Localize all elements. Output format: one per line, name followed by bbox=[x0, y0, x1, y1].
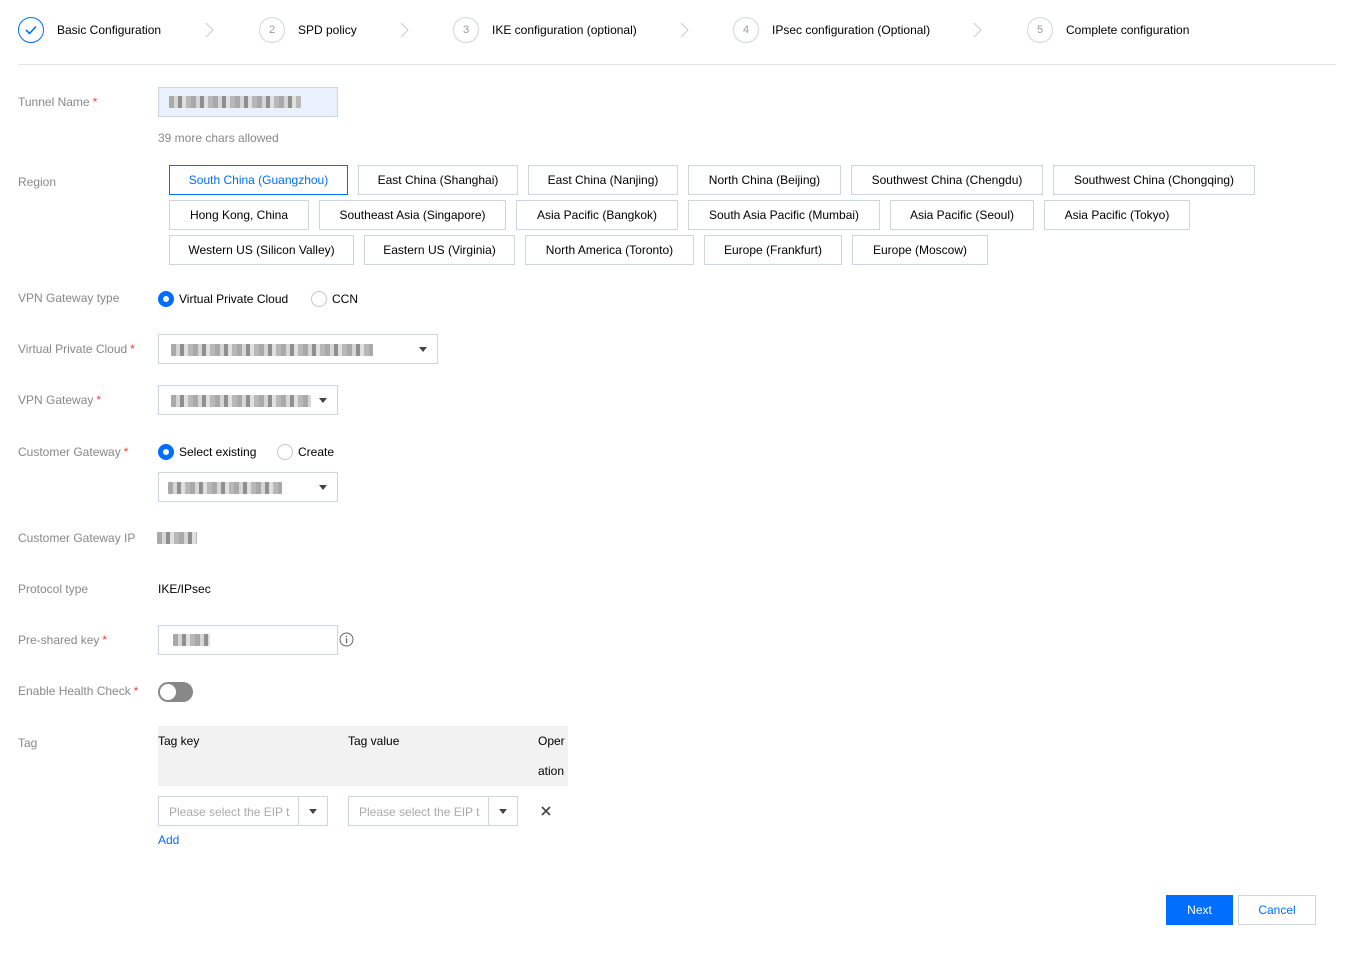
redacted-value bbox=[168, 482, 282, 494]
region-option-guangzhou[interactable]: South China (Guangzhou) bbox=[169, 165, 348, 195]
tunnel-name-label: Tunnel Name * bbox=[18, 95, 98, 109]
next-button[interactable]: Next bbox=[1166, 895, 1233, 925]
radio-label: Virtual Private Cloud bbox=[179, 292, 289, 306]
chevron-right-icon bbox=[400, 22, 409, 38]
check-icon bbox=[18, 17, 44, 43]
region-option-tokyo[interactable]: Asia Pacific (Tokyo) bbox=[1044, 200, 1190, 230]
radio-checked-icon bbox=[158, 291, 174, 307]
info-icon[interactable] bbox=[339, 632, 354, 647]
region-option-chengdu[interactable]: Southwest China (Chengdu) bbox=[851, 165, 1043, 195]
step-indicator: Basic Configuration 2 SPD policy 3 IKE c… bbox=[18, 0, 1336, 65]
region-option-virginia[interactable]: Eastern US (Virginia) bbox=[364, 235, 515, 265]
tag-label: Tag bbox=[18, 736, 38, 750]
customer-gateway-label: Customer Gateway * bbox=[18, 445, 129, 459]
region-option-hong-kong[interactable]: Hong Kong, China bbox=[169, 200, 309, 230]
protocol-type-value: IKE/IPsec bbox=[158, 582, 211, 596]
step-number: 3 bbox=[453, 17, 479, 43]
radio-label: CCN bbox=[332, 292, 358, 306]
tag-operation-header-line1: Oper bbox=[538, 734, 565, 748]
select-divider bbox=[298, 797, 299, 825]
tag-value-header: Tag value bbox=[348, 734, 400, 748]
radio-label: Select existing bbox=[179, 445, 257, 459]
customer-gateway-select[interactable] bbox=[158, 472, 338, 502]
pre-shared-key-label: Pre-shared key * bbox=[18, 633, 108, 647]
radio-ccn[interactable]: CCN bbox=[311, 290, 358, 308]
toggle-knob bbox=[160, 684, 176, 700]
region-option-chongqing[interactable]: Southwest China (Chongqing) bbox=[1053, 165, 1255, 195]
close-icon[interactable] bbox=[541, 806, 551, 816]
redacted-value bbox=[173, 634, 210, 646]
radio-select-existing[interactable]: Select existing bbox=[158, 443, 256, 461]
step-number: 2 bbox=[259, 17, 285, 43]
customer-gateway-ip-value bbox=[157, 532, 197, 544]
step-number: 5 bbox=[1027, 17, 1053, 43]
tag-value-placeholder: Please select the EIP t bbox=[359, 805, 480, 819]
chevron-down-icon bbox=[309, 809, 317, 814]
select-divider bbox=[488, 797, 489, 825]
redacted-value bbox=[171, 344, 373, 356]
vpc-label: Virtual Private Cloud * bbox=[18, 342, 135, 356]
tag-key-select[interactable]: Please select the EIP t bbox=[158, 796, 328, 826]
chevron-down-icon bbox=[319, 398, 327, 403]
tunnel-name-hint: 39 more chars allowed bbox=[158, 131, 279, 145]
customer-gateway-ip-label: Customer Gateway IP bbox=[18, 531, 136, 545]
redacted-value bbox=[169, 96, 301, 108]
radio-label: Create bbox=[298, 445, 335, 459]
step-label: Complete configuration bbox=[1066, 23, 1190, 37]
radio-unchecked-icon bbox=[311, 291, 327, 307]
region-option-bangkok[interactable]: Asia Pacific (Bangkok) bbox=[516, 200, 678, 230]
vpn-gateway-select[interactable] bbox=[158, 385, 338, 415]
tag-value-select[interactable]: Please select the EIP t bbox=[348, 796, 518, 826]
vpc-select[interactable] bbox=[158, 334, 438, 364]
tag-key-placeholder: Please select the EIP t bbox=[169, 805, 290, 819]
step-ike-configuration: 3 IKE configuration (optional) bbox=[453, 17, 637, 43]
radio-virtual-private-cloud[interactable]: Virtual Private Cloud bbox=[158, 290, 288, 308]
region-option-mumbai[interactable]: South Asia Pacific (Mumbai) bbox=[688, 200, 880, 230]
tag-operation-header-line2: ation bbox=[538, 764, 565, 778]
pre-shared-key-input[interactable] bbox=[158, 625, 338, 655]
region-option-beijing[interactable]: North China (Beijing) bbox=[688, 165, 841, 195]
tag-table-header: Tag key Tag value Oper ation bbox=[158, 726, 568, 786]
step-label: IKE configuration (optional) bbox=[492, 23, 637, 37]
chevron-down-icon bbox=[319, 485, 327, 490]
step-complete-configuration: 5 Complete configuration bbox=[1027, 17, 1189, 43]
region-option-nanjing[interactable]: East China (Nanjing) bbox=[528, 165, 678, 195]
region-option-singapore[interactable]: Southeast Asia (Singapore) bbox=[319, 200, 506, 230]
vpn-gateway-label: VPN Gateway * bbox=[18, 393, 102, 407]
health-check-label: Enable Health Check * bbox=[18, 684, 139, 698]
chevron-right-icon bbox=[205, 22, 214, 38]
region-option-moscow[interactable]: Europe (Moscow) bbox=[852, 235, 988, 265]
redacted-value bbox=[171, 395, 311, 407]
region-option-toronto[interactable]: North America (Toronto) bbox=[525, 235, 694, 265]
health-check-toggle[interactable] bbox=[158, 682, 193, 702]
step-label: IPsec configuration (Optional) bbox=[772, 23, 931, 37]
chevron-down-icon bbox=[419, 347, 427, 352]
radio-create[interactable]: Create bbox=[277, 443, 334, 461]
step-spd-policy: 2 SPD policy bbox=[259, 17, 357, 43]
chevron-down-icon bbox=[499, 809, 507, 814]
cancel-button[interactable]: Cancel bbox=[1238, 895, 1316, 925]
region-option-silicon-valley[interactable]: Western US (Silicon Valley) bbox=[169, 235, 354, 265]
region-option-shanghai[interactable]: East China (Shanghai) bbox=[358, 165, 518, 195]
protocol-type-label: Protocol type bbox=[18, 582, 89, 596]
step-ipsec-configuration: 4 IPsec configuration (Optional) bbox=[733, 17, 930, 43]
add-tag-link[interactable]: Add bbox=[158, 833, 179, 847]
step-label: SPD policy bbox=[298, 23, 357, 37]
tunnel-name-input[interactable] bbox=[158, 87, 338, 117]
step-number: 4 bbox=[733, 17, 759, 43]
chevron-right-icon bbox=[680, 22, 689, 38]
tag-key-header: Tag key bbox=[158, 734, 200, 748]
step-label: Basic Configuration bbox=[57, 23, 162, 37]
region-option-seoul[interactable]: Asia Pacific (Seoul) bbox=[890, 200, 1034, 230]
region-label: Region bbox=[18, 175, 57, 189]
radio-unchecked-icon bbox=[277, 444, 293, 460]
chevron-right-icon bbox=[973, 22, 982, 38]
vpn-gateway-type-label: VPN Gateway type bbox=[18, 291, 120, 305]
region-option-frankfurt[interactable]: Europe (Frankfurt) bbox=[704, 235, 842, 265]
radio-checked-icon bbox=[158, 444, 174, 460]
step-basic-configuration: Basic Configuration bbox=[18, 17, 161, 43]
